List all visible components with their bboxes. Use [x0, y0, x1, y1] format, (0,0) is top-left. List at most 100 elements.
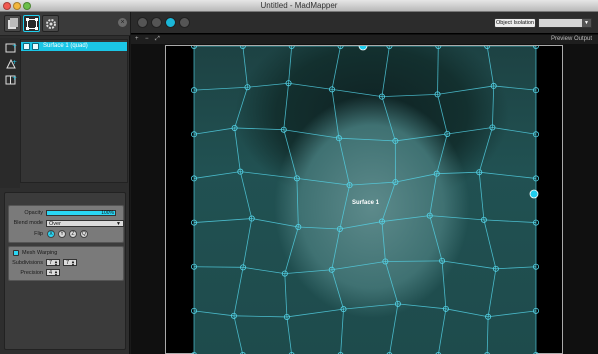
- mesh-line: [441, 260, 447, 309]
- surface-tools: + + +: [0, 38, 20, 188]
- mesh-line: [233, 315, 287, 318]
- mesh-line: [445, 308, 489, 318]
- flip-x-button[interactable]: X: [47, 230, 55, 238]
- flip-q-button[interactable]: Q: [80, 230, 88, 238]
- mesh-line: [478, 127, 493, 173]
- mesh-line: [331, 269, 344, 310]
- mesh-line: [331, 261, 386, 271]
- mesh-line: [429, 173, 438, 216]
- mesh-line: [437, 94, 448, 135]
- precision-value: 4: [49, 270, 53, 276]
- surface-list-item[interactable]: Surface 1 (quad): [21, 42, 127, 51]
- mesh-line: [493, 85, 537, 91]
- settings-tab-button[interactable]: [42, 15, 59, 32]
- mesh-line: [495, 266, 537, 270]
- surface-handle[interactable]: [358, 46, 368, 51]
- mesh-line: [381, 215, 430, 222]
- flip-label: Flip: [34, 231, 43, 237]
- mesh-line: [193, 86, 248, 91]
- mesh-line: [233, 267, 244, 316]
- main-area: Object Isolation ▼ + − ⤢ Preview Output …: [131, 12, 598, 354]
- mesh-line: [338, 138, 350, 186]
- view-subbar: + − ⤢ Preview Output: [131, 35, 598, 44]
- panel-close-icon[interactable]: ×: [118, 18, 127, 27]
- output-toggle-icon[interactable]: [165, 17, 176, 28]
- surface-visible-checkbox[interactable]: [23, 43, 30, 50]
- mesh-line: [385, 260, 443, 262]
- chevron-down-icon: ▼: [116, 221, 121, 227]
- media-icon: [8, 18, 18, 29]
- mesh-line: [331, 228, 341, 270]
- blend-mode-value: Over: [49, 221, 61, 227]
- mesh-line: [381, 181, 396, 222]
- blend-mode-select[interactable]: Over ▼: [46, 220, 124, 227]
- mesh-line: [193, 266, 244, 268]
- pause-icon[interactable]: [137, 17, 148, 28]
- mesh-line: [288, 46, 293, 84]
- stepper-arrows-icon: ▲ ▼: [54, 259, 58, 267]
- surface-handle[interactable]: [529, 189, 539, 199]
- mesh-line: [442, 260, 496, 270]
- mesh-line: [338, 137, 396, 142]
- mesh-warping-label: Mesh Warping: [22, 250, 58, 256]
- surfaces-tab-button[interactable]: [23, 15, 40, 32]
- surface-lock-checkbox[interactable]: [32, 43, 39, 50]
- mesh-line: [381, 46, 390, 97]
- main-toolbar: Object Isolation ▼: [131, 12, 598, 34]
- mesh-line: [488, 310, 537, 318]
- mesh-line: [193, 127, 235, 135]
- preview-output-label: Preview Output: [550, 36, 592, 42]
- precision-stepper[interactable]: 4 ▲ ▼: [46, 269, 60, 277]
- mesh-line: [478, 172, 485, 220]
- surfaces-icon: [26, 18, 38, 30]
- object-isolation-button[interactable]: Object Isolation: [494, 18, 536, 28]
- mesh-line: [193, 218, 252, 223]
- mesh-line: [492, 127, 537, 135]
- surface-list: Surface 1 (quad): [20, 39, 128, 183]
- mesh-line: [296, 178, 299, 228]
- subdivisions-x-stepper[interactable]: 7 ▲ ▼: [46, 259, 60, 267]
- mesh-line: [284, 273, 288, 317]
- mesh-line: [331, 89, 340, 139]
- mesh-line: [239, 171, 253, 219]
- add-triangle-icon[interactable]: +: [5, 58, 17, 70]
- mesh-line: [283, 83, 289, 130]
- zoom-out-button[interactable]: −: [145, 36, 149, 42]
- mesh-line: [251, 218, 299, 228]
- mesh-line: [288, 82, 333, 90]
- media-tab-button[interactable]: [4, 15, 21, 32]
- subdivisions-y-stepper[interactable]: 7 ▲ ▼: [63, 259, 77, 267]
- fit-view-button[interactable]: ⤢: [155, 36, 160, 43]
- mesh-line: [483, 219, 497, 269]
- mesh-line: [283, 129, 339, 139]
- opacity-slider[interactable]: 100%: [46, 210, 116, 216]
- mesh-line: [395, 173, 437, 183]
- precision-label: Precision: [20, 270, 43, 276]
- add-mesh-icon[interactable]: +: [5, 74, 17, 86]
- record-icon[interactable]: [179, 17, 190, 28]
- mesh-line: [234, 127, 241, 172]
- mesh-line: [436, 133, 448, 174]
- opacity-value: 100%: [101, 210, 114, 216]
- mesh-line: [437, 46, 439, 95]
- settings-icon: [46, 19, 56, 29]
- surface-appearance-group: Opacity 100% Blend mode Over ▼ Flip X Y …: [8, 205, 124, 243]
- mesh-line: [331, 88, 382, 98]
- mesh-line: [395, 133, 448, 142]
- output-canvas[interactable]: Surface 1: [165, 45, 563, 354]
- mesh-line: [286, 316, 292, 354]
- mesh-line: [381, 94, 438, 98]
- mesh-warping-checkbox[interactable]: [13, 250, 19, 256]
- mesh-warping-group: Mesh Warping Subdivisions 7 ▲ ▼ 7 ▲ ▼ Precis…: [8, 246, 124, 281]
- object-isolation-select[interactable]: ▼: [538, 18, 592, 28]
- surface-name: Surface 1 (quad): [43, 43, 88, 49]
- mesh-line: [233, 315, 244, 354]
- play-icon[interactable]: [151, 17, 162, 28]
- flip-z-button[interactable]: Z: [69, 230, 77, 238]
- mesh-line: [234, 87, 248, 129]
- zoom-in-button[interactable]: +: [135, 36, 139, 42]
- mesh-line: [389, 303, 399, 354]
- add-quad-icon[interactable]: +: [5, 42, 17, 54]
- stepper-arrows-icon: ▲ ▼: [71, 259, 75, 267]
- flip-y-button[interactable]: Y: [58, 230, 66, 238]
